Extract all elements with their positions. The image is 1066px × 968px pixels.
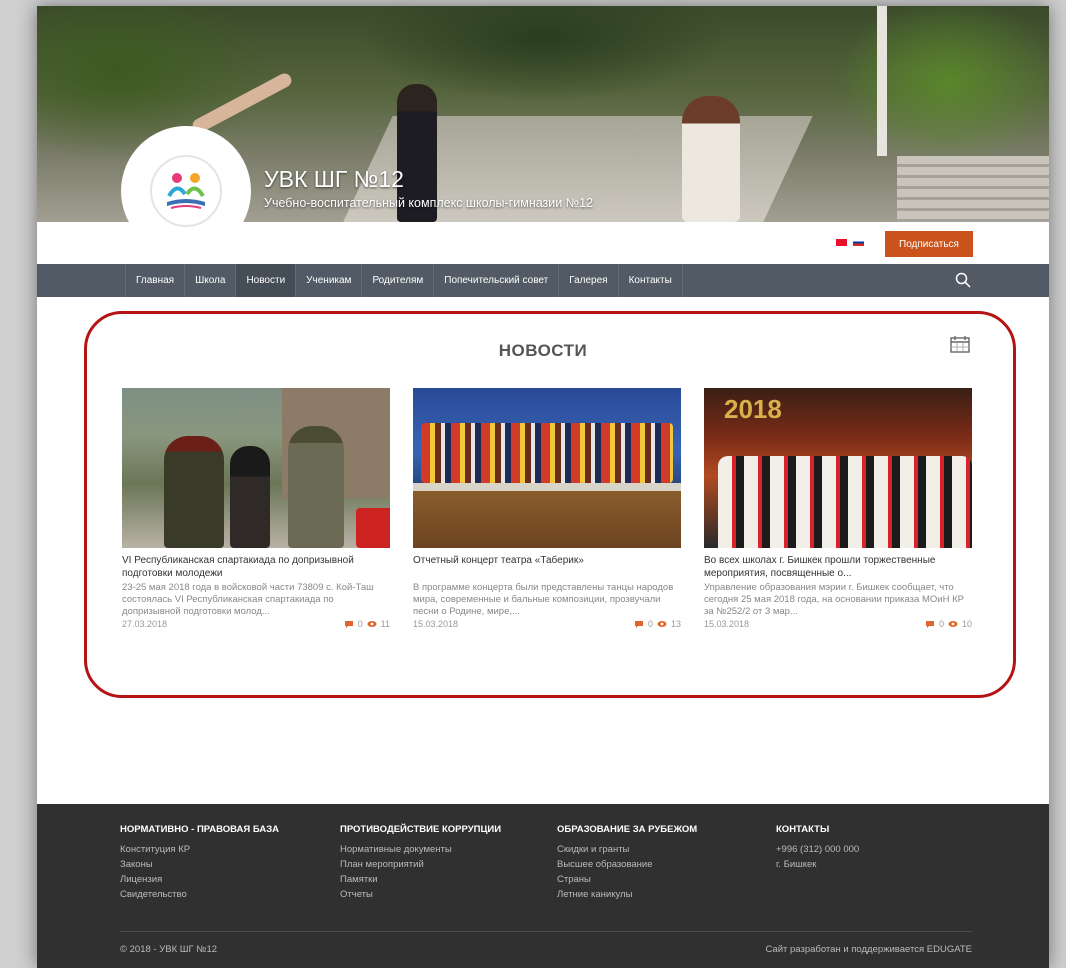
site-footer: НОРМАТИВНО - ПРАВОВАЯ БАЗА Конституция К… — [37, 804, 1049, 968]
subscribe-button[interactable]: Подписаться — [885, 231, 973, 257]
main-nav: Главная Школа Новости Ученикам Родителям… — [37, 264, 1049, 297]
news-date: 15.03.2018 — [704, 619, 750, 629]
footer-divider — [120, 931, 972, 932]
news-image[interactable]: 2018 — [704, 388, 972, 548]
nav-item-gallery[interactable]: Галерея — [559, 264, 619, 297]
nav-item-home[interactable]: Главная — [125, 264, 186, 297]
news-card[interactable]: Отчетный концерт театра «Таберик» В прог… — [413, 388, 681, 629]
footer-copyright: © 2018 - УВК ШГ №12 — [120, 944, 218, 955]
footer-column-anticorruption: ПРОТИВОДЕЙСТВИЕ КОРРУПЦИИ Нормативные до… — [340, 824, 501, 902]
view-count: 13 — [670, 619, 681, 629]
search-icon[interactable] — [955, 272, 971, 288]
news-card[interactable]: 2018 Во всех школах г. Бишкек прошли тор… — [704, 388, 972, 629]
eye-icon — [367, 621, 377, 627]
site-title[interactable]: УВК ШГ №12 — [264, 166, 404, 193]
news-excerpt: В программе концерта были представлены т… — [413, 582, 674, 617]
footer-link[interactable]: Летние каникулы — [557, 887, 697, 902]
footer-column-legal: НОРМАТИВНО - ПРАВОВАЯ БАЗА Конституция К… — [120, 824, 279, 902]
footer-link[interactable]: Лицензия — [120, 872, 279, 887]
footer-link[interactable]: Конституция КР — [120, 842, 279, 857]
comment-icon — [634, 621, 643, 628]
footer-link[interactable]: Высшее образование — [557, 857, 697, 872]
footer-heading: ПРОТИВОДЕЙСТВИЕ КОРРУПЦИИ — [340, 824, 502, 835]
nav-item-school[interactable]: Школа — [185, 264, 237, 297]
footer-column-contacts: КОНТАКТЫ +996 (312) 000 000 г. Бишкек — [776, 824, 859, 872]
kyrgyz-flag-icon[interactable] — [836, 239, 847, 246]
news-date: 15.03.2018 — [413, 619, 459, 629]
comment-count: 0 — [938, 619, 944, 629]
site-subtitle: Учебно-воспитательный комплекс школы-гим… — [264, 196, 594, 210]
nav-item-parents[interactable]: Родителям — [362, 264, 435, 297]
news-image[interactable] — [413, 388, 681, 548]
news-heading: НОВОСТИ — [498, 341, 588, 360]
logo-icon — [150, 155, 222, 227]
footer-link[interactable]: Законы — [120, 857, 279, 872]
nav-item-news[interactable]: Новости — [236, 264, 297, 297]
view-count: 11 — [380, 619, 390, 629]
nav-item-students[interactable]: Ученикам — [296, 264, 363, 297]
language-switcher — [836, 239, 864, 246]
image-caption-year: 2018 — [724, 394, 782, 424]
nav-item-board[interactable]: Попечительский совет — [434, 264, 560, 297]
comment-count: 0 — [647, 619, 653, 629]
footer-city: г. Бишкек — [776, 859, 817, 870]
comment-count: 0 — [357, 619, 363, 629]
footer-developer-credit[interactable]: Сайт разработан и поддерживается EDUGATE — [765, 944, 972, 955]
news-title[interactable]: VI Республиканская спартакиада по доприз… — [122, 555, 390, 580]
news-title[interactable]: Во всех школах г. Бишкек прошли торжеств… — [704, 555, 972, 580]
footer-link[interactable]: Страны — [557, 872, 697, 887]
footer-heading: НОРМАТИВНО - ПРАВОВАЯ БАЗА — [120, 824, 280, 835]
footer-link[interactable]: Отчеты — [340, 887, 501, 902]
news-date: 27.03.2018 — [122, 619, 168, 629]
footer-link[interactable]: План мероприятий — [340, 857, 501, 872]
footer-heading: КОНТАКТЫ — [776, 824, 830, 835]
news-image[interactable] — [122, 388, 390, 548]
nav-item-contacts[interactable]: Контакты — [619, 264, 683, 297]
footer-heading: ОБРАЗОВАНИЕ ЗА РУБЕЖОМ — [557, 824, 698, 835]
news-title[interactable]: Отчетный концерт театра «Таберик» — [413, 555, 681, 580]
comment-icon — [344, 621, 353, 628]
eye-icon — [948, 621, 958, 627]
calendar-icon[interactable] — [950, 335, 970, 353]
web-page: УВК ШГ №12 Учебно-воспитательный комплек… — [37, 6, 1049, 968]
school-logo[interactable] — [121, 126, 251, 256]
comment-icon — [925, 621, 934, 628]
footer-link[interactable]: Свидетельство — [120, 887, 279, 902]
footer-link[interactable]: Памятки — [340, 872, 501, 887]
news-excerpt: Управление образования мэрии г. Бишкек с… — [704, 582, 964, 617]
footer-column-abroad: ОБРАЗОВАНИЕ ЗА РУБЕЖОМ Скидки и гранты В… — [557, 824, 697, 902]
footer-link[interactable]: Нормативные документы — [340, 842, 501, 857]
russian-flag-icon[interactable] — [853, 239, 864, 246]
news-excerpt: 23-25 мая 2018 года в войсковой части 73… — [122, 582, 374, 617]
eye-icon — [657, 621, 667, 627]
footer-phone[interactable]: +996 (312) 000 000 — [776, 842, 859, 857]
footer-link[interactable]: Скидки и гранты — [557, 842, 697, 857]
news-card[interactable]: VI Республиканская спартакиада по доприз… — [122, 388, 390, 629]
view-count: 10 — [961, 619, 972, 629]
